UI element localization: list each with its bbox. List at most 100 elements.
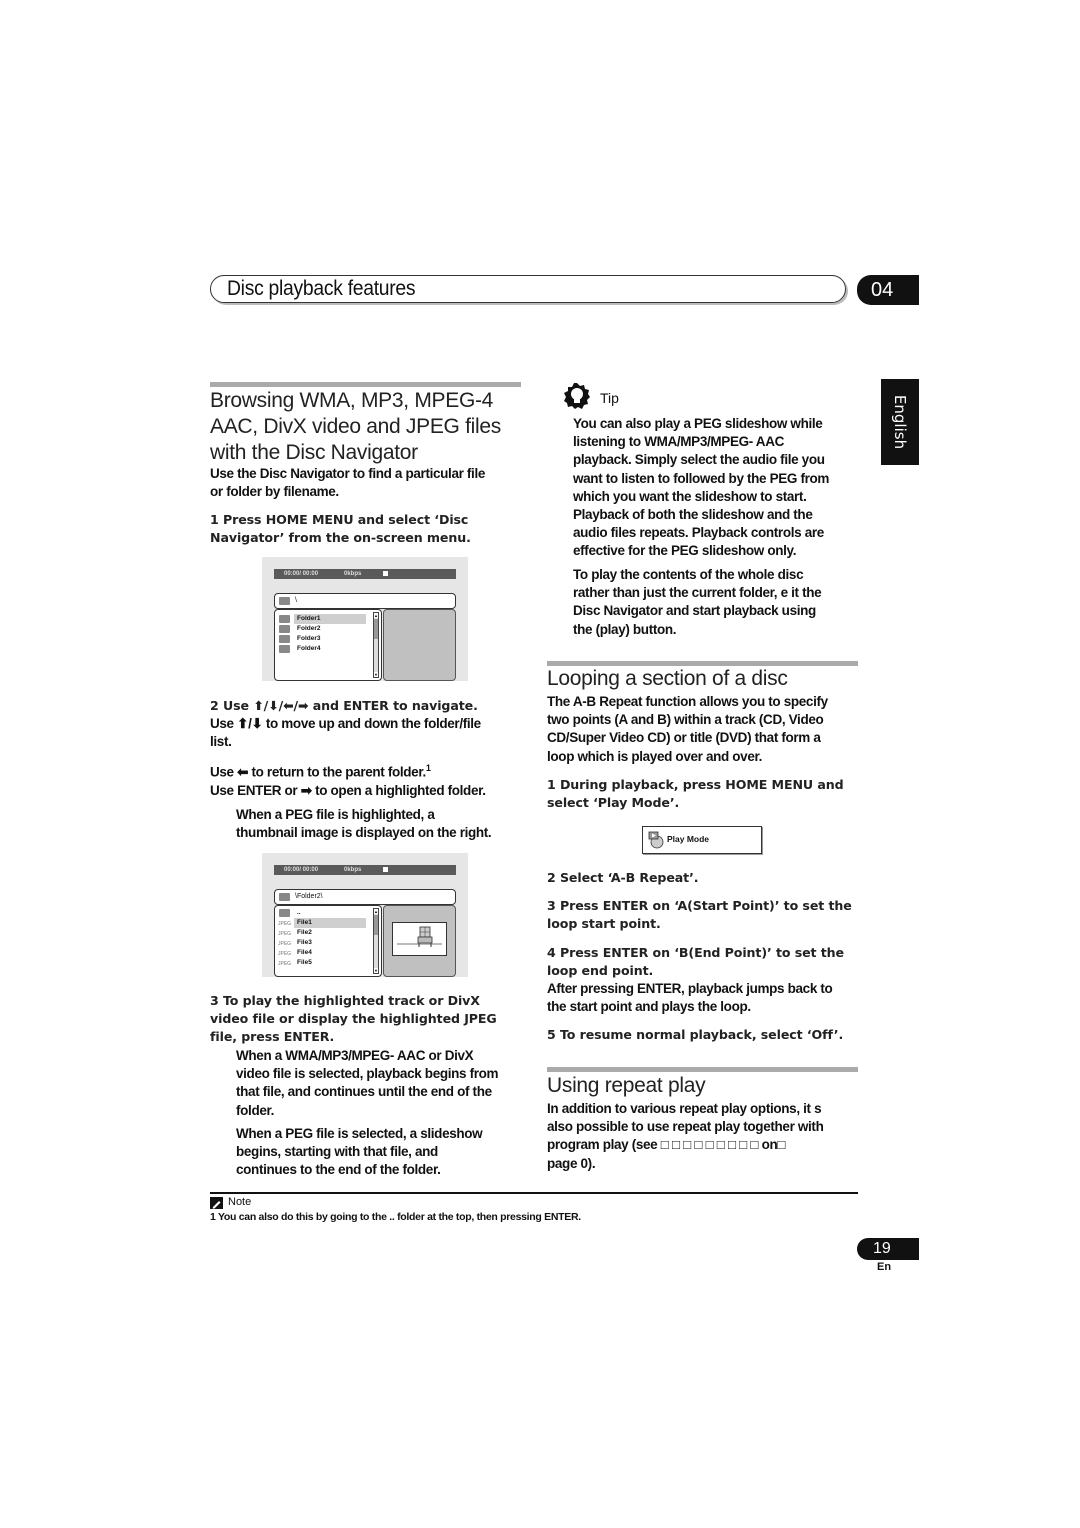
folder-icon: [279, 597, 290, 605]
note-pencil-icon: [210, 1197, 223, 1209]
item-label: File1: [294, 918, 366, 928]
tip-lightbulb-icon: [564, 383, 590, 409]
text-line: rather than just the current folder, e i…: [573, 585, 822, 601]
scrollbar[interactable]: ▲ ▼: [373, 612, 379, 678]
text-line: 3 Press ENTER on ‘A(Start Point)’ to set…: [547, 898, 852, 913]
cross-reference-link[interactable]: program play (see □ □ □ □ □ □ □ □ □ on□: [547, 1136, 823, 1154]
scroll-down-icon[interactable]: ▼: [374, 968, 378, 973]
folder-icon: [279, 615, 290, 623]
text-line: When a WMA/MP3/MPEG- AAC or DivX: [236, 1048, 474, 1063]
section-title-browsing: Browsing WMA, MP3, MPEG-4 AAC, DivX vide…: [210, 388, 501, 466]
path-text: \Folder2\: [295, 893, 323, 900]
item-label: File5: [297, 959, 312, 966]
text-line: Navigator’ from the on-screen menu.: [210, 530, 471, 546]
para-return: Use ⬅ to return to the parent folder.1: [210, 759, 431, 782]
play-mode-label: Play Mode: [667, 834, 710, 844]
text-line: You can also play a PEG slideshow while: [573, 416, 823, 431]
text-line: 2 Use ⬆/⬇/⬅/➡ and ENTER to navigate.: [210, 698, 478, 713]
text-line: audio files repeats. Playback controls a…: [573, 525, 824, 541]
text-line: loop start point.: [547, 916, 661, 932]
text-line: 1 Press HOME MENU and select ‘Disc: [210, 512, 469, 527]
thumbnail-panel: [383, 905, 456, 977]
text-line: To play the contents of the whole disc: [573, 567, 804, 582]
item-label: Folder1: [294, 614, 366, 624]
text-line: CD/Super Video CD) or title (DVD) that f…: [547, 730, 821, 746]
loop-step-2: 2 Select ‘A-B Repeat’.: [547, 870, 699, 885]
scroll-thumb[interactable]: [374, 915, 378, 935]
text-line: begins, starting with that file, and: [236, 1144, 438, 1160]
tip-paragraph-1: You can also play a PEG slideshow while …: [573, 415, 829, 561]
text-line: page 0).: [547, 1155, 596, 1171]
folder-icon: [279, 645, 290, 653]
text-line: Disc Navigator and start playback using: [573, 603, 816, 619]
stop-icon: [383, 867, 388, 872]
text-line: Playback of both the slideshow and the: [573, 507, 813, 523]
loop-step-3: 3 Press ENTER on ‘A(Start Point)’ to set…: [547, 897, 852, 933]
item-label: Folder3: [297, 635, 321, 642]
language-label: English: [891, 394, 909, 450]
footnote-text: 1 You can also do this by going to the .…: [210, 1211, 581, 1223]
tip-paragraph-2: To play the contents of the whole disc r…: [573, 566, 822, 639]
text-line: select ‘Play Mode’.: [547, 795, 680, 811]
item-label: File2: [297, 929, 312, 936]
text-line: When a PEG file is highlighted, a: [236, 807, 435, 822]
chapter-title: Disc playback features: [227, 277, 416, 300]
repeat-body: In addition to various repeat play optio…: [547, 1100, 824, 1173]
text-line: 3 To play the highlighted track or DivX: [210, 993, 480, 1008]
scroll-up-icon[interactable]: ▲: [374, 613, 378, 618]
loop-intro: The A-B Repeat function allows you to sp…: [547, 693, 828, 766]
text-line: Use the Disc Navigator to find a particu…: [210, 466, 486, 481]
title-line: with the Disc Navigator: [210, 441, 418, 464]
section-rule: [210, 382, 521, 387]
play-mode-menu-item[interactable]: Play Mode: [642, 826, 762, 854]
jpeg-file-icon: JPEG: [278, 921, 292, 927]
time-readout: 00:00/ 00:00: [284, 867, 319, 873]
thumbnail-panel: [383, 609, 456, 681]
text-line: list.: [210, 734, 232, 750]
chapter-number: 04: [857, 275, 919, 305]
text-line: the (play) button.: [573, 621, 677, 637]
text-line: two points (A and B) within a track (CD,…: [547, 712, 824, 728]
text-line: The A-B Repeat function allows you to sp…: [547, 694, 828, 709]
folder-icon: [279, 635, 290, 643]
time-readout: 00:00/ 00:00: [284, 571, 319, 577]
jpeg-file-icon: JPEG: [278, 951, 292, 957]
language-tab: English: [881, 379, 919, 465]
text-line: video file is selected, playback begins …: [236, 1066, 499, 1082]
scrollbar[interactable]: ▲ ▼: [373, 908, 379, 974]
loop-step-5: 5 To resume normal playback, select ‘Off…: [547, 1027, 844, 1042]
item-label: File3: [297, 939, 312, 946]
jpeg-file-icon: JPEG: [278, 941, 292, 947]
text-line: Use ⬅ to return to the parent folder.: [210, 764, 426, 780]
loop-step-4: 4 Press ENTER on ‘B(End Point)’ to set t…: [547, 944, 844, 980]
stop-icon: [383, 571, 388, 576]
scroll-down-icon[interactable]: ▼: [374, 672, 378, 677]
disc-navigator-screen-jpeg: 00:00/ 00:00 0kbps \Folder2\ .. JPEG File…: [262, 853, 468, 977]
text-line: When a PEG file is selected, a slideshow: [236, 1126, 483, 1141]
play-mode-disc-icon: [648, 831, 664, 849]
text-line: file, press ENTER.: [210, 1029, 335, 1045]
status-bar: 00:00/ 00:00 0kbps: [274, 569, 456, 579]
item-label: File4: [297, 949, 312, 956]
section-rule: [547, 1067, 858, 1072]
scroll-up-icon[interactable]: ▲: [374, 909, 378, 914]
path-field: \Folder2\: [274, 889, 456, 905]
text-line: After pressing ENTER, playback jumps bac…: [547, 981, 833, 996]
step-2-body: Use ⬆/⬇ to move up and down the folder/f…: [210, 715, 481, 751]
scroll-thumb[interactable]: [374, 619, 378, 639]
status-bar: 00:00/ 00:00 0kbps: [274, 865, 456, 875]
folder-list[interactable]: Folder1 Folder2 Folder3 Folder4 ▲ ▼: [274, 609, 382, 681]
step-3-body-1: When a WMA/MP3/MPEG- AAC or DivX video f…: [236, 1047, 499, 1120]
intro-paragraph: Use the Disc Navigator to find a particu…: [210, 465, 485, 501]
file-list[interactable]: .. JPEG File1 JPEG File2 JPEG File3 JPEG Fil…: [274, 905, 382, 977]
page-number: 19: [857, 1238, 919, 1260]
step-3-body-2: When a PEG file is selected, a slideshow…: [236, 1125, 483, 1180]
folder-icon: [279, 625, 290, 633]
item-label: Folder2: [297, 625, 321, 632]
page-language: En: [877, 1261, 892, 1273]
footnote-ref[interactable]: 1: [426, 763, 431, 773]
section-title-looping: Looping a section of a disc: [547, 667, 788, 690]
text-line: loop end point.: [547, 963, 654, 979]
text-line: video file or display the highlighted JP…: [210, 1011, 497, 1027]
thumbnail-image: [392, 922, 447, 956]
